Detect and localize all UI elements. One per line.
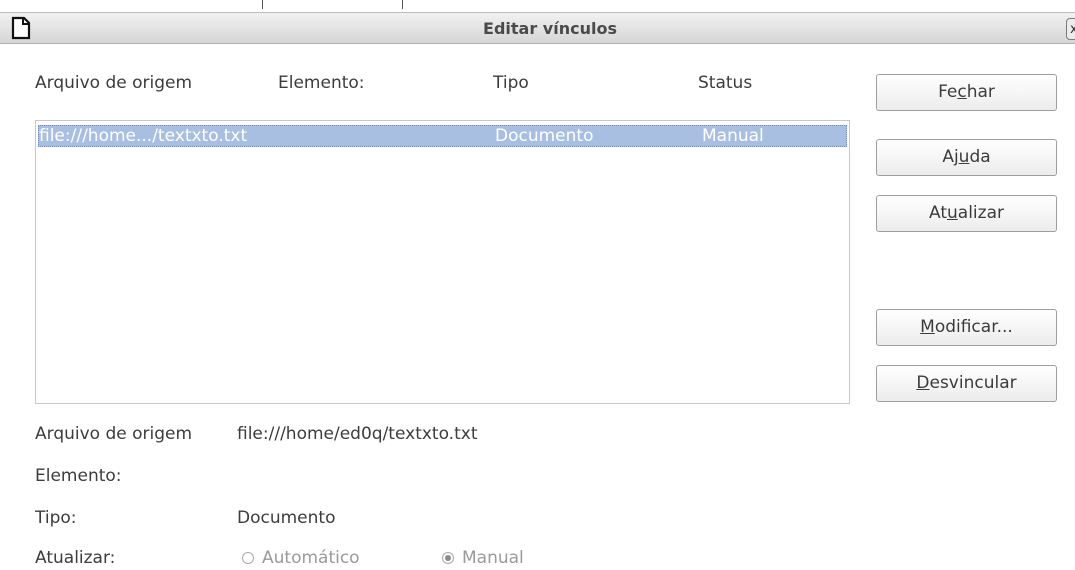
modify-button-mnemonic: M	[920, 317, 935, 337]
type-label: Tipo:	[35, 508, 77, 528]
row-status: Manual	[702, 126, 764, 146]
radio-automatic[interactable]: Automático	[242, 548, 360, 568]
column-header-type[interactable]: Tipo	[493, 73, 529, 93]
row-type: Documento	[495, 126, 594, 146]
type-value: Documento	[237, 508, 336, 528]
source-file-label: Arquivo de origem	[35, 424, 193, 444]
help-button-label-end: da	[969, 147, 991, 167]
column-header-status[interactable]: Status	[698, 73, 752, 93]
close-button[interactable]: Fechar	[876, 74, 1057, 111]
row-source: file:///home.../textxto.txt	[39, 126, 248, 146]
title-bar: Editar vínculos x	[0, 12, 1075, 44]
close-button-label-start: Fe	[938, 82, 958, 102]
update-button-label-start: At	[929, 203, 947, 223]
modify-button-label-end: odificar...	[934, 317, 1013, 337]
window-title: Editar vínculos	[483, 19, 617, 38]
unlink-button-mnemonic: D	[916, 373, 930, 393]
source-file-value: file:///home/ed0q/textxto.txt	[237, 424, 478, 444]
close-icon-glyph: x	[1070, 22, 1075, 37]
update-button-label-end: alizar	[957, 203, 1004, 223]
radio-manual[interactable]: Manual	[442, 548, 524, 568]
table-row[interactable]: file:///home.../textxto.txt Documento Ma…	[38, 125, 847, 147]
help-button-mnemonic: u	[958, 147, 970, 167]
unlink-button-label-end: esvincular	[929, 373, 1017, 393]
close-button-label-end: har	[966, 82, 995, 102]
radio-automatic-label: Automático	[262, 548, 360, 568]
column-header-element[interactable]: Elemento:	[278, 73, 365, 93]
radio-manual-label: Manual	[462, 548, 524, 568]
help-button[interactable]: Ajuda	[876, 139, 1057, 176]
top-edge-mark	[402, 0, 403, 9]
links-list[interactable]: file:///home.../textxto.txt Documento Ma…	[35, 120, 850, 404]
unlink-button[interactable]: Desvincular	[876, 365, 1057, 402]
top-edge-mark	[262, 0, 263, 9]
radio-manual-circle[interactable]	[442, 552, 454, 564]
update-button[interactable]: Atualizar	[876, 195, 1057, 232]
close-icon[interactable]: x	[1066, 18, 1075, 40]
help-button-label-start: Aj	[942, 147, 959, 167]
element-label: Elemento:	[35, 466, 122, 486]
column-header-source[interactable]: Arquivo de origem	[35, 73, 192, 93]
close-button-mnemonic: c	[957, 82, 967, 102]
modify-button[interactable]: Modificar...	[876, 309, 1057, 346]
update-mode-label: Atualizar:	[35, 548, 116, 568]
update-button-mnemonic: u	[947, 203, 958, 223]
radio-automatic-circle[interactable]	[242, 552, 254, 564]
